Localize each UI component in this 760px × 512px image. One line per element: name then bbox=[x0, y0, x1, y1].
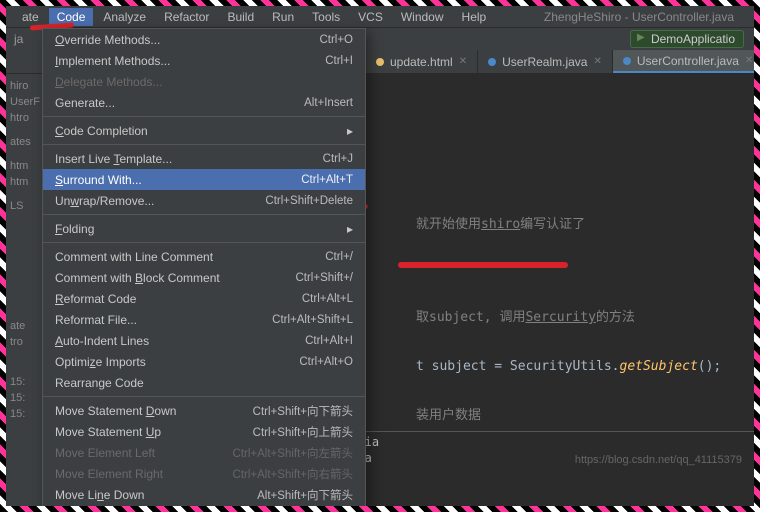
menu-window[interactable]: Window bbox=[393, 8, 452, 26]
tab-usercontroller[interactable]: UserController.java ✕ bbox=[613, 50, 754, 73]
menu-item[interactable]: Optimize ImportsCtrl+Alt+O bbox=[43, 351, 365, 372]
menu-item[interactable]: Rearrange Code bbox=[43, 372, 365, 393]
tab-userrealm[interactable]: UserRealm.java ✕ bbox=[478, 50, 613, 73]
close-icon[interactable]: ✕ bbox=[593, 56, 601, 67]
menu-code[interactable]: Code bbox=[49, 8, 94, 26]
menu-item[interactable]: Move Line UpAlt+Shift+向上箭头 bbox=[43, 505, 365, 506]
code-menu-dropdown: Override Methods...Ctrl+OImplement Metho… bbox=[42, 28, 366, 506]
html-file-icon bbox=[376, 58, 384, 66]
menu-refactor[interactable]: Refactor bbox=[156, 8, 217, 26]
menu-item[interactable]: Implement Methods...Ctrl+I bbox=[43, 50, 365, 71]
tab-label: UserController.java bbox=[637, 54, 739, 68]
menu-tools[interactable]: Tools bbox=[304, 8, 348, 26]
close-icon[interactable]: ✕ bbox=[745, 55, 753, 66]
tab-update-html[interactable]: update.html ✕ bbox=[366, 50, 478, 73]
run-config-button[interactable]: DemoApplicatio bbox=[630, 30, 744, 48]
tab-label: update.html bbox=[390, 55, 453, 69]
menu-item: Delegate Methods... bbox=[43, 71, 365, 92]
menu-item[interactable]: Insert Live Template...Ctrl+J bbox=[43, 148, 365, 169]
menu-item[interactable]: Move Line DownAlt+Shift+向下箭头 bbox=[43, 484, 365, 505]
watermark: https://blog.csdn.net/qq_41115379 bbox=[575, 454, 742, 466]
menu-item[interactable]: Reformat File...Ctrl+Alt+Shift+L bbox=[43, 309, 365, 330]
menu-item[interactable]: Move Statement UpCtrl+Shift+向上箭头 bbox=[43, 421, 365, 442]
menu-item[interactable]: Code Completion▸ bbox=[43, 120, 365, 141]
window-title: ZhengHeShiro - UserController.java bbox=[544, 10, 734, 24]
menu-item[interactable]: Move Statement DownCtrl+Shift+向下箭头 bbox=[43, 400, 365, 421]
java-class-icon bbox=[623, 57, 631, 65]
tab-label: UserRealm.java bbox=[502, 55, 587, 69]
menu-item[interactable]: Generate...Alt+Insert bbox=[43, 92, 365, 113]
menu-item[interactable]: Comment with Block CommentCtrl+Shift+/ bbox=[43, 267, 365, 288]
menu-navigate[interactable]: ate bbox=[14, 8, 47, 26]
menu-item[interactable]: Comment with Line CommentCtrl+/ bbox=[43, 246, 365, 267]
menu-item[interactable]: Surround With...Ctrl+Alt+T bbox=[43, 169, 365, 190]
menu-item[interactable]: Auto-Indent LinesCtrl+Alt+I bbox=[43, 330, 365, 351]
menu-item[interactable]: Reformat CodeCtrl+Alt+L bbox=[43, 288, 365, 309]
menu-analyze[interactable]: Analyze bbox=[95, 8, 154, 26]
menu-item[interactable]: Override Methods...Ctrl+O bbox=[43, 29, 365, 50]
menu-help[interactable]: Help bbox=[454, 8, 495, 26]
menu-run[interactable]: Run bbox=[264, 8, 302, 26]
gutter: hiro UserF htro ates htm htm LS ate tro … bbox=[6, 74, 46, 506]
menu-item: Move Element RightCtrl+Alt+Shift+向右箭头 bbox=[43, 463, 365, 484]
menu-item[interactable]: Unwrap/Remove...Ctrl+Shift+Delete bbox=[43, 190, 365, 211]
menu-build[interactable]: Build bbox=[219, 8, 262, 26]
java-class-icon bbox=[488, 58, 496, 66]
menu-item: Move Element LeftCtrl+Alt+Shift+向左箭头 bbox=[43, 442, 365, 463]
menubar: ate Code Analyze Refactor Build Run Tool… bbox=[6, 6, 754, 28]
menu-item[interactable]: Folding▸ bbox=[43, 218, 365, 239]
crumb-left: ja bbox=[14, 32, 23, 46]
close-icon[interactable]: ✕ bbox=[459, 56, 467, 67]
menu-vcs[interactable]: VCS bbox=[350, 8, 391, 26]
